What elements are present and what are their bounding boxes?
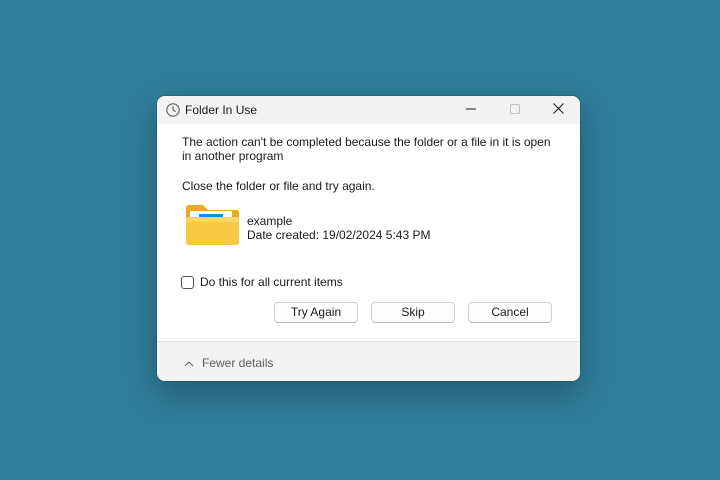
chevron-up-icon — [184, 354, 194, 372]
window-title: Folder In Use — [185, 103, 258, 117]
dialog-content: The action can't be completed because th… — [157, 124, 580, 341]
fewer-details-label: Fewer details — [202, 356, 274, 370]
checkbox-icon[interactable] — [181, 275, 194, 289]
clock-icon — [165, 102, 181, 118]
skip-button[interactable]: Skip — [371, 302, 455, 323]
do-for-all-checkbox[interactable]: Do this for all current items — [181, 275, 343, 289]
minimize-icon — [466, 101, 476, 119]
checkbox-label: Do this for all current items — [200, 275, 343, 289]
cancel-button[interactable]: Cancel — [468, 302, 552, 323]
file-date-created: Date created: 19/02/2024 5:43 PM — [247, 228, 431, 242]
try-again-button[interactable]: Try Again — [274, 302, 358, 323]
instruction-text: Close the folder or file and try again. — [182, 179, 375, 193]
desktop-background: Folder In Use The action can't be comple… — [0, 0, 720, 480]
title-bar: Folder In Use — [157, 96, 580, 124]
dialog-footer: Fewer details — [157, 341, 580, 381]
file-name: example — [247, 214, 293, 228]
minimize-button[interactable] — [449, 96, 493, 124]
maximize-button[interactable] — [493, 96, 537, 124]
maximize-icon — [510, 101, 520, 119]
folder-icon — [185, 200, 240, 248]
folder-in-use-dialog: Folder In Use The action can't be comple… — [157, 96, 580, 381]
close-icon — [552, 101, 564, 119]
fewer-details-toggle[interactable]: Fewer details — [184, 354, 273, 372]
close-button[interactable] — [536, 96, 580, 124]
error-message: The action can't be completed because th… — [182, 135, 551, 163]
